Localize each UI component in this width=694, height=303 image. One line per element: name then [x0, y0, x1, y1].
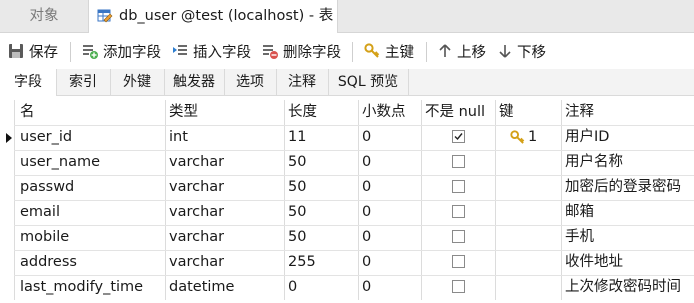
tab-indexes[interactable]: 索引 [56, 69, 111, 95]
delete-field-label: 删除字段 [283, 44, 341, 61]
field-length-cell[interactable]: 255 [288, 250, 316, 275]
toolbar-divider [352, 42, 353, 62]
header-comment[interactable]: 注释 [565, 100, 594, 125]
field-length-cell[interactable]: 11 [288, 125, 306, 150]
field-name-cell[interactable]: email [20, 200, 60, 225]
primary-key-label: 主键 [385, 44, 414, 61]
grid-header: 名 类型 长度 小数点 不是 null 键 注释 [0, 100, 694, 125]
comment-cell[interactable]: 上次修改密码时间 [565, 275, 681, 300]
field-decimals-cell[interactable]: 0 [362, 150, 371, 175]
toolbar: 保存 添加字段 插入字段 删除字段 主键 上移 下移 [0, 33, 694, 69]
move-down-label: 下移 [517, 44, 546, 61]
tab-comment[interactable]: 注释 [276, 69, 329, 95]
table-row[interactable]: email varchar 50 0 邮箱 [0, 200, 694, 225]
not-null-checkbox[interactable] [452, 230, 465, 243]
tab-foreign-keys[interactable]: 外键 [110, 69, 165, 95]
field-decimals-cell[interactable]: 0 [362, 275, 371, 300]
arrow-down-icon [499, 45, 511, 58]
tab-objects[interactable]: 对象 [0, 0, 88, 32]
not-null-checkbox[interactable] [452, 280, 465, 293]
delete-field-icon [263, 45, 278, 59]
save-button[interactable]: 保存 [8, 33, 58, 69]
insert-field-icon [173, 45, 187, 55]
header-not-null[interactable]: 不是 null [425, 100, 485, 125]
field-name-cell[interactable]: last_modify_time [20, 275, 143, 300]
move-up-label: 上移 [457, 44, 486, 61]
field-decimals-cell[interactable]: 0 [362, 225, 371, 250]
tab-sql-preview[interactable]: SQL 预览 [328, 69, 409, 95]
field-name-cell[interactable]: mobile [20, 225, 69, 250]
primary-key-icon [510, 130, 525, 144]
insert-field-label: 插入字段 [193, 44, 251, 61]
table-row[interactable]: user_id int 11 0 1 用户ID [0, 125, 694, 150]
comment-cell[interactable]: 用户ID [565, 125, 609, 150]
comment-cell[interactable]: 用户名称 [565, 150, 623, 175]
tab-table-design-label: db_user @test (localhost) - 表 [119, 8, 334, 24]
field-decimals-cell[interactable]: 0 [362, 125, 371, 150]
field-decimals-cell[interactable]: 0 [362, 250, 371, 275]
insert-field-button[interactable]: 插入字段 [172, 33, 251, 69]
field-length-cell[interactable]: 0 [288, 275, 297, 300]
arrow-up-icon [439, 44, 451, 57]
field-name-cell[interactable]: user_name [20, 150, 100, 175]
field-type-cell[interactable]: varchar [169, 225, 224, 250]
tab-options[interactable]: 选项 [224, 69, 277, 95]
table-row[interactable]: passwd varchar 50 0 加密后的登录密码 [0, 175, 694, 200]
table-design-icon [97, 9, 113, 23]
current-row-marker-icon [6, 133, 12, 143]
checkmark-icon [454, 133, 463, 141]
field-type-cell[interactable]: varchar [169, 200, 224, 225]
comment-cell[interactable]: 邮箱 [565, 200, 594, 225]
move-up-button[interactable]: 上移 [438, 33, 486, 69]
save-label: 保存 [29, 44, 58, 61]
not-null-checkbox[interactable] [452, 205, 465, 218]
field-name-cell[interactable]: address [20, 250, 77, 275]
field-decimals-cell[interactable]: 0 [362, 200, 371, 225]
not-null-checkbox[interactable] [452, 255, 465, 268]
add-field-label: 添加字段 [103, 44, 161, 61]
add-field-button[interactable]: 添加字段 [82, 33, 161, 69]
header-type[interactable]: 类型 [169, 100, 198, 125]
header-length[interactable]: 长度 [288, 100, 317, 125]
field-type-cell[interactable]: int [169, 125, 188, 150]
field-name-cell[interactable]: user_id [20, 125, 72, 150]
tab-triggers[interactable]: 触发器 [164, 69, 225, 95]
table-row[interactable]: mobile varchar 50 0 手机 [0, 225, 694, 250]
not-null-checkbox[interactable] [452, 130, 465, 143]
table-row[interactable]: last_modify_time datetime 0 0 上次修改密码时间 [0, 275, 694, 300]
header-key[interactable]: 键 [499, 100, 514, 125]
field-type-cell[interactable]: varchar [169, 175, 224, 200]
key-icon [364, 43, 380, 58]
toolbar-divider [426, 42, 427, 62]
move-down-button[interactable]: 下移 [498, 33, 546, 69]
field-type-cell[interactable]: varchar [169, 150, 224, 175]
comment-cell[interactable]: 加密后的登录密码 [565, 175, 681, 200]
delete-field-button[interactable]: 删除字段 [262, 33, 341, 69]
header-name[interactable]: 名 [20, 100, 35, 125]
field-decimals-cell[interactable]: 0 [362, 175, 371, 200]
not-null-checkbox[interactable] [452, 180, 465, 193]
add-field-icon [83, 45, 98, 59]
not-null-checkbox[interactable] [452, 155, 465, 168]
design-tab-bar: 字段 索引 外键 触发器 选项 注释 SQL 预览 [0, 69, 694, 96]
primary-key-button[interactable]: 主键 [364, 33, 414, 69]
table-row[interactable]: address varchar 255 0 收件地址 [0, 250, 694, 275]
field-length-cell[interactable]: 50 [288, 150, 306, 175]
toolbar-divider [70, 42, 71, 62]
field-type-cell[interactable]: varchar [169, 250, 224, 275]
field-length-cell[interactable]: 50 [288, 225, 306, 250]
table-row[interactable]: user_name varchar 50 0 用户名称 [0, 150, 694, 175]
field-name-cell[interactable]: passwd [20, 175, 74, 200]
tab-fields[interactable]: 字段 [0, 69, 57, 96]
tab-table-design[interactable]: db_user @test (localhost) - 表 [88, 0, 338, 33]
comment-cell[interactable]: 收件地址 [565, 250, 623, 275]
field-type-cell[interactable]: datetime [169, 275, 234, 300]
comment-cell[interactable]: 手机 [565, 225, 594, 250]
field-length-cell[interactable]: 50 [288, 200, 306, 225]
field-length-cell[interactable]: 50 [288, 175, 306, 200]
key-order-cell: 1 [528, 129, 538, 145]
save-icon [9, 44, 23, 58]
header-decimals[interactable]: 小数点 [362, 100, 406, 125]
window-tab-bar: 对象 db_user @test (localhost) - 表 [0, 0, 694, 33]
